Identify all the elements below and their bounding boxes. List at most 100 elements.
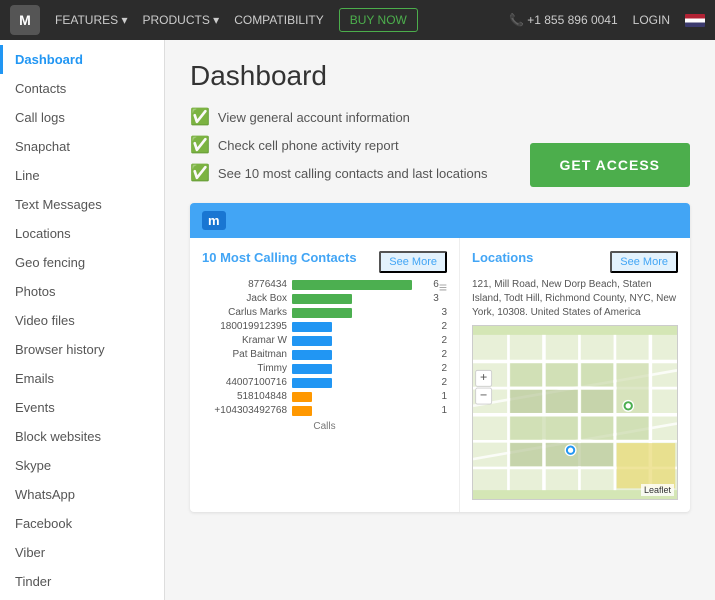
- chart-row: Timmy 2: [202, 363, 447, 374]
- feature-text-1: View general account information: [218, 110, 410, 125]
- map-svg: + −: [473, 326, 677, 499]
- sidebar-item-contacts[interactable]: Contacts: [0, 74, 164, 103]
- locations-section: Locations See More 121, Mill Road, New D…: [460, 238, 690, 512]
- nav-login-button[interactable]: LOGIN: [633, 13, 670, 27]
- leaflet-badge: Leaflet: [641, 484, 674, 496]
- sidebar-item-locations[interactable]: Locations: [0, 219, 164, 248]
- chart-value: 2: [441, 335, 447, 346]
- check-icon-2: ✅: [190, 135, 210, 155]
- chart-value: 2: [441, 349, 447, 360]
- chart-bar: [292, 406, 312, 416]
- sidebar-item-snapchat[interactable]: Snapchat: [0, 132, 164, 161]
- chart-row: Jack Box 3: [202, 293, 439, 304]
- sidebar-item-dashboard[interactable]: Dashboard: [0, 45, 164, 74]
- sidebar-item-line[interactable]: Line: [0, 161, 164, 190]
- sidebar-item-block-websites[interactable]: Block websites: [0, 422, 164, 451]
- chart-bar-container: [292, 308, 438, 318]
- nav-logo: M: [10, 5, 40, 35]
- chart-bar-container: [292, 294, 430, 304]
- sidebar-item-video-files[interactable]: Video files: [0, 306, 164, 335]
- products-nav-link[interactable]: PRODUCTS ▾: [142, 13, 219, 27]
- buy-now-nav-link[interactable]: BUY NOW: [339, 8, 418, 32]
- chart-bar: [292, 308, 352, 318]
- chart-bar-container: [292, 350, 438, 360]
- chart-value: 2: [441, 377, 447, 388]
- chart-value: 1: [441, 391, 447, 402]
- sidebar-item-photos[interactable]: Photos: [0, 277, 164, 306]
- chart-label: Timmy: [202, 363, 287, 374]
- chart-menu-icon[interactable]: ≡: [439, 279, 447, 295]
- compatibility-nav-link[interactable]: COMPATIBILITY: [234, 13, 324, 27]
- chart-bar: [292, 364, 332, 374]
- sidebar-item-geo-fencing[interactable]: Geo fencing: [0, 248, 164, 277]
- flag-icon: [685, 14, 705, 27]
- chart-row: Pat Baitman 2: [202, 349, 447, 360]
- chart-label: Carlus Marks: [202, 307, 287, 318]
- chart-bar: [292, 378, 332, 388]
- sidebar-item-text-messages[interactable]: Text Messages: [0, 190, 164, 219]
- sidebar: Dashboard Contacts Call logs Snapchat Li…: [0, 40, 165, 600]
- card-header: m: [190, 203, 690, 238]
- chart-bar-container: [292, 280, 430, 290]
- x-axis-label: Calls: [202, 421, 447, 432]
- chart-label: 518104848: [202, 391, 287, 402]
- sidebar-item-whatsapp[interactable]: WhatsApp: [0, 480, 164, 509]
- location-address: 121, Mill Road, New Dorp Beach, Staten I…: [472, 278, 678, 320]
- chart-row: +104303492768 1: [202, 405, 447, 416]
- chart-value: 6: [433, 279, 439, 290]
- dashboard-card: m 10 Most Calling Contacts See More ≡ 87…: [190, 203, 690, 512]
- chart-bar-container: [292, 322, 438, 332]
- nav-phone: 📞 +1 855 896 0041: [509, 13, 618, 27]
- chart-label: 44007100716: [202, 377, 287, 388]
- locations-see-more-button[interactable]: See More: [610, 251, 678, 273]
- chart-bar: [292, 336, 332, 346]
- calls-section-title: 10 Most Calling Contacts: [202, 250, 357, 265]
- sidebar-item-browser-history[interactable]: Browser history: [0, 335, 164, 364]
- sidebar-item-facebook[interactable]: Facebook: [0, 509, 164, 538]
- page-title: Dashboard: [190, 60, 690, 92]
- sidebar-item-viber[interactable]: Viber: [0, 538, 164, 567]
- sidebar-item-skype[interactable]: Skype: [0, 451, 164, 480]
- map-area: + − Leaflet: [472, 325, 678, 500]
- chart-label: 180019912395: [202, 321, 287, 332]
- chart-area: 8776434 6 Jack Box 3 Carlus Marks 3 1800…: [202, 279, 447, 416]
- card-body: 10 Most Calling Contacts See More ≡ 8776…: [190, 238, 690, 512]
- chart-value: 2: [441, 363, 447, 374]
- main-layout: Dashboard Contacts Call logs Snapchat Li…: [0, 40, 715, 600]
- sidebar-item-events[interactable]: Events: [0, 393, 164, 422]
- top-nav: M FEATURES ▾ PRODUCTS ▾ COMPATIBILITY BU…: [0, 0, 715, 40]
- sidebar-item-call-logs[interactable]: Call logs: [0, 103, 164, 132]
- chart-row: 518104848 1: [202, 391, 447, 402]
- chart-label: Jack Box: [202, 293, 287, 304]
- chart-bar-container: [292, 392, 438, 402]
- chart-bar-container: [292, 406, 438, 416]
- chart-bar: [292, 392, 312, 402]
- chart-bar-container: [292, 364, 438, 374]
- chart-row: Carlus Marks 3: [202, 307, 447, 318]
- check-icon-3: ✅: [190, 163, 210, 183]
- chart-bar: [292, 280, 412, 290]
- sidebar-item-tinder[interactable]: Tinder: [0, 567, 164, 596]
- chart-row: 180019912395 2: [202, 321, 447, 332]
- chart-value: 3: [441, 307, 447, 318]
- get-access-button[interactable]: GET ACCESS: [530, 143, 691, 187]
- chart-row: Kramar W 2: [202, 335, 447, 346]
- sidebar-item-telegram[interactable]: Telegram: [0, 596, 164, 600]
- sidebar-item-emails[interactable]: Emails: [0, 364, 164, 393]
- chart-label: Kramar W: [202, 335, 287, 346]
- svg-text:−: −: [480, 388, 487, 402]
- calls-section: 10 Most Calling Contacts See More ≡ 8776…: [190, 238, 460, 512]
- calls-see-more-button[interactable]: See More: [379, 251, 447, 273]
- main-content: Dashboard ✅ View general account informa…: [165, 40, 715, 600]
- chart-value: 2: [441, 321, 447, 332]
- feature-text-3: See 10 most calling contacts and last lo…: [218, 166, 488, 181]
- feature-text-2: Check cell phone activity report: [218, 138, 399, 153]
- chart-bar-container: [292, 378, 438, 388]
- card-logo: m: [202, 211, 226, 230]
- check-icon-1: ✅: [190, 107, 210, 127]
- nav-right: 📞 +1 855 896 0041 LOGIN: [509, 13, 705, 27]
- features-nav-link[interactable]: FEATURES ▾: [55, 13, 127, 27]
- chart-bar: [292, 322, 332, 332]
- svg-text:+: +: [480, 370, 487, 384]
- locations-section-title: Locations: [472, 250, 533, 265]
